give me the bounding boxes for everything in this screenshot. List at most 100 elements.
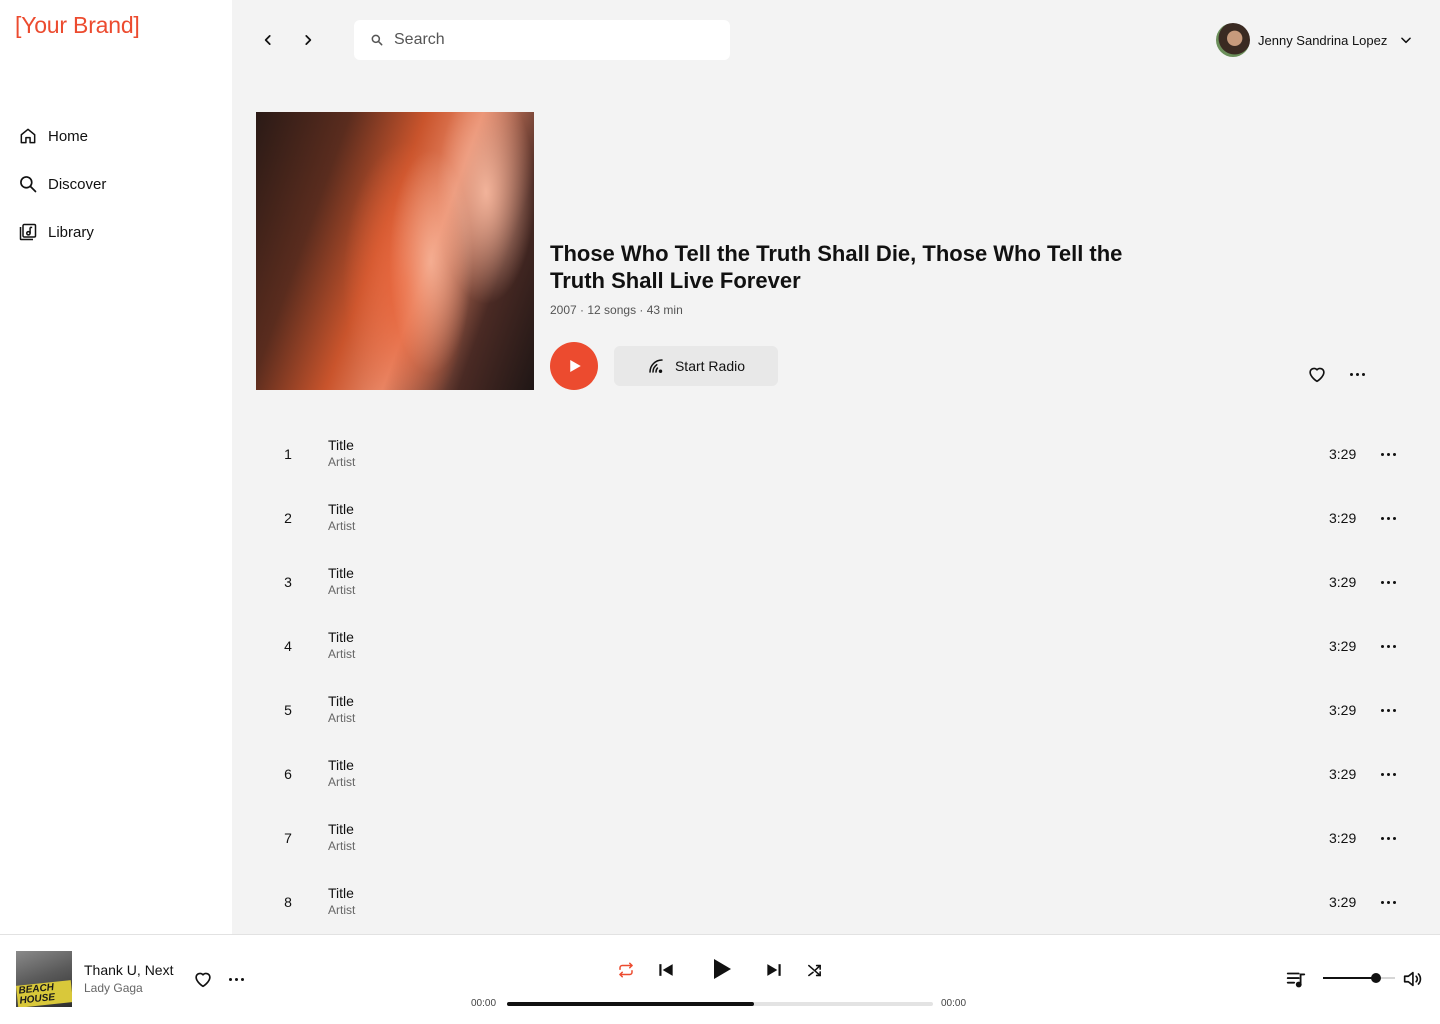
sidebar-item-home[interactable]: Home: [18, 124, 106, 148]
track-row[interactable]: 8 Title Artist 3:29: [232, 870, 1440, 934]
repeat-button[interactable]: [614, 958, 638, 982]
shuffle-button[interactable]: [802, 958, 826, 982]
track-more-button[interactable]: [1376, 828, 1400, 848]
more-icon: [1380, 836, 1396, 840]
progress-bar[interactable]: [507, 1002, 933, 1006]
track-number: 5: [284, 702, 292, 718]
track-title: Title: [328, 437, 354, 453]
track-title: Title: [328, 501, 354, 517]
volume-handle[interactable]: [1371, 973, 1381, 983]
track-more-button[interactable]: [1376, 572, 1400, 592]
track-artist[interactable]: Artist: [328, 455, 355, 469]
sidebar-item-discover[interactable]: Discover: [18, 172, 106, 196]
play-icon: [714, 959, 731, 979]
track-duration: 3:29: [1329, 510, 1357, 526]
track-artist[interactable]: Artist: [328, 903, 355, 917]
track-number: 3: [284, 574, 292, 590]
track-title: Title: [328, 565, 354, 581]
more-icon: [1380, 580, 1396, 584]
track-artist[interactable]: Artist: [328, 519, 355, 533]
track-row[interactable]: 2 Title Artist 3:29: [232, 486, 1440, 550]
play-button[interactable]: [706, 954, 736, 984]
track-row[interactable]: 3 Title Artist 3:29: [232, 550, 1440, 614]
track-number: 1: [284, 446, 292, 462]
track-more-button[interactable]: [1376, 892, 1400, 912]
album-title: Those Who Tell the Truth Shall Die, Thos…: [550, 241, 1123, 293]
track-artist[interactable]: Artist: [328, 583, 355, 597]
track-duration: 3:29: [1329, 446, 1357, 462]
track-duration: 3:29: [1329, 830, 1357, 846]
track-duration: 3:29: [1329, 702, 1357, 718]
elapsed-time: 00:00: [471, 998, 497, 1009]
now-playing-cover[interactable]: BEACH HOUSE: [16, 951, 72, 1007]
track-more-button[interactable]: [1376, 508, 1400, 528]
progress-fill: [507, 1002, 755, 1006]
chevron-down-icon: [1401, 37, 1412, 44]
track-number: 2: [284, 510, 292, 526]
skip-back-icon: [659, 964, 673, 976]
track-number: 4: [284, 638, 292, 654]
more-icon: [1380, 708, 1396, 712]
total-time: 00:00: [941, 998, 967, 1009]
track-row[interactable]: 7 Title Artist 3:29: [232, 806, 1440, 870]
sidebar-item-label: Discover: [48, 175, 107, 193]
track-duration: 3:29: [1329, 574, 1357, 590]
queue-icon[interactable]: [1284, 968, 1308, 990]
start-radio-button[interactable]: Start Radio: [614, 346, 778, 386]
album-cover: [256, 112, 534, 390]
now-playing-artist[interactable]: Lady Gaga: [84, 981, 143, 995]
more-icon: [1380, 452, 1396, 456]
track-title: Title: [328, 629, 354, 645]
track-row[interactable]: 6 Title Artist 3:29: [232, 742, 1440, 806]
track-number: 6: [284, 766, 292, 782]
search-icon: [20, 176, 37, 193]
track-artist[interactable]: Artist: [328, 775, 355, 789]
play-icon: [570, 360, 581, 372]
search-input[interactable]: [394, 31, 714, 49]
sidebar-item-library[interactable]: Library: [18, 220, 106, 244]
start-radio-label: Start Radio: [674, 358, 746, 374]
track-artist[interactable]: Artist: [328, 839, 355, 853]
brand-logo[interactable]: [Your Brand]: [15, 12, 140, 39]
track-row[interactable]: 1 Title Artist 3:29: [232, 422, 1440, 486]
sidebar-nav: Home Discover Library: [18, 124, 106, 268]
more-icon: [1380, 644, 1396, 648]
search-bar[interactable]: [354, 20, 730, 60]
track-more-button[interactable]: [1376, 636, 1400, 656]
track-more-button[interactable]: [1376, 444, 1400, 464]
track-artist[interactable]: Artist: [328, 711, 355, 725]
track-row[interactable]: 5 Title Artist 3:29: [232, 678, 1440, 742]
volume-fill: [1323, 977, 1375, 979]
track-title: Title: [328, 693, 354, 709]
track-row[interactable]: 4 Title Artist 3:29: [232, 614, 1440, 678]
repeat-icon: [619, 962, 633, 978]
track-artist[interactable]: Artist: [328, 647, 355, 661]
back-button[interactable]: [256, 28, 280, 52]
forward-button[interactable]: [296, 28, 320, 52]
previous-button[interactable]: [654, 958, 678, 982]
home-icon: [20, 128, 36, 144]
top-bar: Jenny Sandrina Lopez: [232, 0, 1440, 80]
next-button[interactable]: [762, 958, 786, 982]
now-playing-title[interactable]: Thank U, Next: [84, 962, 173, 978]
track-more-button[interactable]: [1376, 764, 1400, 784]
radio-icon: [649, 359, 663, 373]
track-more-button[interactable]: [1376, 700, 1400, 720]
now-playing-more-button[interactable]: [226, 969, 246, 989]
user-menu[interactable]: Jenny Sandrina Lopez: [1216, 23, 1413, 57]
album-more-button[interactable]: [1346, 364, 1368, 384]
sidebar-item-label: Home: [48, 127, 89, 145]
sidebar: [Your Brand] Home Discover Library: [0, 0, 232, 934]
track-duration: 3:29: [1329, 638, 1357, 654]
track-title: Title: [328, 757, 354, 773]
like-album-heart-icon[interactable]: [1306, 363, 1328, 385]
more-icon: [1380, 900, 1396, 904]
sidebar-item-label: Library: [48, 223, 94, 241]
album-meta: 2007 · 12 songs · 43 min: [550, 303, 683, 317]
volume-slider[interactable]: [1323, 977, 1395, 979]
play-album-button[interactable]: [550, 342, 598, 390]
volume-icon[interactable]: [1401, 968, 1423, 990]
search-icon: [371, 34, 383, 46]
more-icon: [1349, 372, 1365, 376]
like-track-heart-icon[interactable]: [192, 968, 214, 990]
